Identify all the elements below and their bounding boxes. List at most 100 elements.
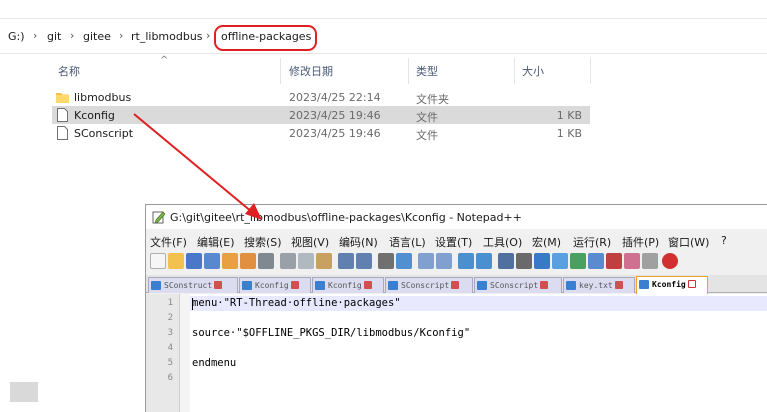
file-type: 文件 [416,129,438,142]
file-name: Kconfig [74,109,115,122]
tab-sconstruct[interactable]: SConstruct [148,277,238,293]
close-all-icon[interactable] [240,253,256,269]
column-header-size[interactable]: 大小 [522,63,544,79]
tab-kconfig[interactable]: Kconfig [312,277,384,293]
sync-scroll-h-icon[interactable] [476,253,492,269]
tab-close-icon[interactable] [614,281,623,289]
menu-help[interactable]: ? [721,234,727,247]
notepad-window: G:\git\gitee\rt_libmodbus\offline-packag… [145,204,767,412]
file-row-kconfig[interactable]: Kconfig 2023/4/25 19:46 文件 1 KB [52,106,590,124]
show-all-chars-icon[interactable] [516,253,532,269]
save-all-icon[interactable] [204,253,220,269]
menu-tools[interactable]: 工具(O) [483,234,522,250]
zoom-in-icon[interactable] [418,253,434,269]
open-file-icon[interactable] [168,253,184,269]
word-wrap-icon[interactable] [498,253,514,269]
breadcrumb-item-drive[interactable]: G:) [8,30,25,43]
fold-margin[interactable] [180,294,190,412]
column-header-name[interactable]: 名称 [58,63,80,79]
breadcrumb-item-rt-libmodbus[interactable]: rt_libmodbus [131,30,203,43]
file-row-sconscript[interactable]: SConscript 2023/4/25 19:46 文件 1 KB [52,124,590,142]
tab-kconfig-active[interactable]: Kconfig [636,276,708,294]
column-divider[interactable] [408,58,409,84]
breadcrumb-item-gitee[interactable]: gitee [83,30,111,43]
breadcrumb-separator-icon[interactable]: › [33,29,37,42]
print-icon[interactable] [258,253,274,269]
tab-close-icon[interactable] [451,281,460,289]
file-size: 1 KB [556,127,582,140]
file-type: 文件 [416,111,438,124]
menu-view[interactable]: 视图(V) [291,234,329,250]
nav-pane-item[interactable] [10,382,38,402]
file-icon [57,108,68,122]
column-header-date[interactable]: 修改日期 [289,63,333,79]
file-row-libmodbus[interactable]: libmodbus 2023/4/25 22:14 文件夹 [52,88,590,106]
find-icon[interactable] [378,253,394,269]
tab-kconfig[interactable]: Kconfig [239,277,311,293]
doc-map-icon[interactable] [552,253,568,269]
function-list-icon[interactable] [570,253,586,269]
indent-guide-icon[interactable] [534,253,550,269]
column-header-type[interactable]: 类型 [416,63,438,79]
undo-icon[interactable] [338,253,354,269]
menu-run[interactable]: 运行(R) [573,234,611,250]
breadcrumb: G:) › git › gitee › rt_libmodbus › offli… [0,18,767,54]
redo-icon[interactable] [356,253,372,269]
breadcrumb-separator-icon[interactable]: › [70,29,74,42]
code-editor[interactable]: 1 2 3 4 5 6 menu·"RT-Thread·offline·pack… [146,294,767,412]
line-number: 1 [167,298,173,308]
code-line: menu·"RT-Thread·offline·packages" [192,297,401,309]
file-name: SConscript [74,127,134,140]
menu-edit[interactable]: 编辑(E) [197,234,235,250]
window-titlebar[interactable]: G:\git\gitee\rt_libmodbus\offline-packag… [146,205,767,229]
paste-icon[interactable] [316,253,332,269]
file-date: 2023/4/25 19:46 [289,127,381,140]
tab-close-icon[interactable] [363,281,372,289]
cut-icon[interactable] [280,253,296,269]
tab-key-txt[interactable]: key.txt [563,277,635,293]
file-tab-icon [639,280,649,289]
breadcrumb-item-git[interactable]: git [47,30,61,43]
file-icon [57,126,68,140]
record-macro-icon[interactable] [606,253,622,269]
line-number: 5 [167,358,173,368]
folder-workspace-icon[interactable] [588,253,604,269]
tab-close-icon[interactable] [540,281,549,289]
file-name: libmodbus [74,91,132,104]
breadcrumb-separator-icon[interactable]: › [119,29,123,42]
menu-macro[interactable]: 宏(M) [532,234,561,250]
window-title: G:\git\gitee\rt_libmodbus\offline-packag… [170,211,522,224]
zoom-out-icon[interactable] [436,253,452,269]
tab-sconscript[interactable]: SConscript [474,277,562,293]
tab-close-icon[interactable] [214,281,223,289]
menu-file[interactable]: 文件(F) [150,234,187,250]
copy-icon[interactable] [298,253,314,269]
line-number: 4 [167,343,173,353]
column-divider[interactable] [280,58,281,84]
new-file-icon[interactable] [150,253,166,269]
save-icon[interactable] [186,253,202,269]
play-macro-icon[interactable] [642,253,658,269]
breadcrumb-separator-icon[interactable]: › [206,29,210,42]
sync-scroll-v-icon[interactable] [458,253,474,269]
line-number: 3 [167,328,173,338]
stop-macro-icon[interactable] [624,253,640,269]
column-divider[interactable] [590,58,591,84]
sort-indicator-icon: ^ [160,55,169,66]
menu-encoding[interactable]: 编码(N) [339,234,378,250]
menu-language[interactable]: 语言(L) [389,234,426,250]
tab-close-icon[interactable] [687,280,696,288]
notepad-app-icon [152,211,166,224]
line-number: 6 [167,373,173,383]
close-icon[interactable] [222,253,238,269]
menu-settings[interactable]: 设置(T) [435,234,472,250]
replace-icon[interactable] [396,253,412,269]
menu-search[interactable]: 搜索(S) [244,234,282,250]
menu-window[interactable]: 窗口(W) [668,234,709,250]
menu-plugins[interactable]: 插件(P) [622,234,659,250]
highlight-circle [214,25,317,51]
run-macro-multiple-icon[interactable] [662,253,678,269]
column-divider[interactable] [514,58,515,84]
tab-close-icon[interactable] [290,281,299,289]
tab-sconscript[interactable]: SConscript [385,277,473,293]
